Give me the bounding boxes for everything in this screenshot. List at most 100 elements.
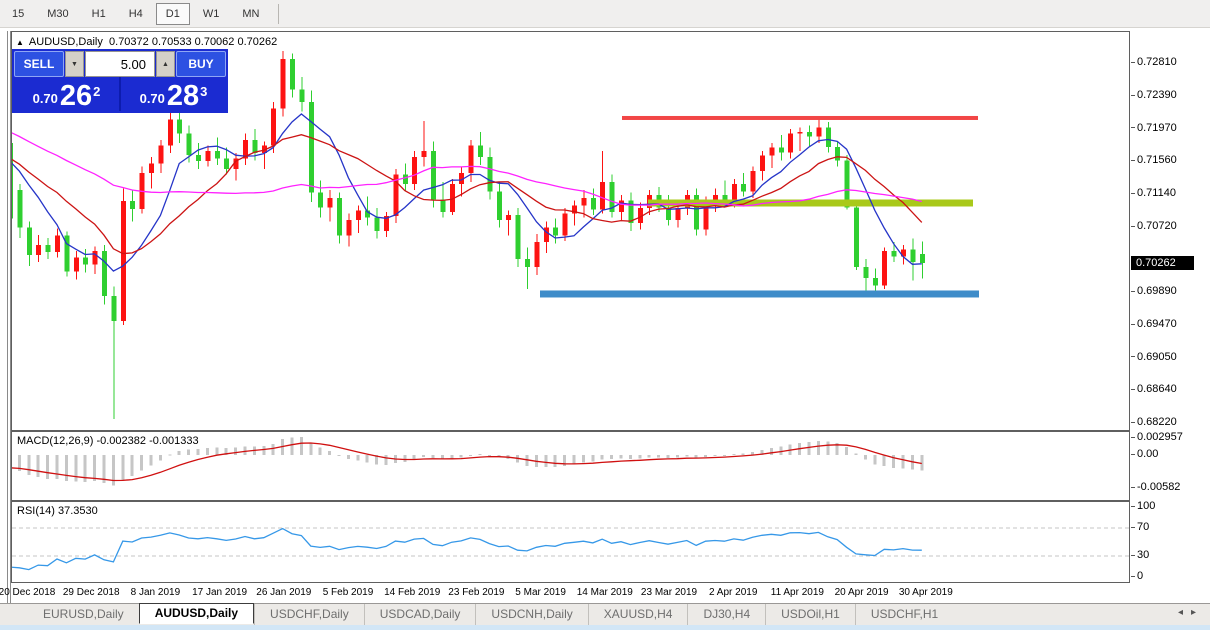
tick-dash xyxy=(1131,324,1135,325)
tab-usdcad-daily[interactable]: USDCAD,Daily xyxy=(364,604,476,625)
tick-dash xyxy=(1131,160,1135,161)
axis-tick-label: 0.002957 xyxy=(1131,431,1183,443)
rsi-axis: 100 70 30 0 xyxy=(1131,501,1210,583)
tick-dash xyxy=(1131,193,1135,194)
buy-price[interactable]: 0.70 28 3 xyxy=(121,77,226,111)
tab-usdchf-daily[interactable]: USDCHF,Daily xyxy=(254,604,364,625)
date-tick-label: 20 Dec 2018 xyxy=(0,587,62,598)
axis-tick-label: 100 xyxy=(1131,500,1155,512)
date-tick-label: 30 Apr 2019 xyxy=(891,587,961,598)
collapse-triangle-icon[interactable]: ▲ xyxy=(16,38,24,47)
tick-dash xyxy=(1131,527,1135,528)
axis-tick-label: 30 xyxy=(1131,549,1149,561)
tick-dash xyxy=(1131,506,1135,507)
tab-xauusd-h4[interactable]: XAUUSD,H4 xyxy=(588,604,688,625)
tick-dash xyxy=(1131,437,1135,438)
axis-tick-label: 0.71140 xyxy=(1131,187,1176,199)
sell-price-sup: 2 xyxy=(93,84,100,99)
date-tick-label: 14 Mar 2019 xyxy=(570,587,640,598)
date-tick-label: 29 Dec 2018 xyxy=(56,587,126,598)
axis-tick-label: -0.00582 xyxy=(1131,481,1180,493)
timeframe-d1[interactable]: D1 xyxy=(156,3,190,25)
tick-dash xyxy=(1131,576,1135,577)
rsi-pane[interactable] xyxy=(11,501,1130,583)
volume-decrease-button[interactable]: ▼ xyxy=(65,51,84,77)
timeframe-15[interactable]: 15 xyxy=(2,3,34,25)
tick-dash xyxy=(1131,62,1135,63)
buy-price-sup: 3 xyxy=(200,84,207,99)
one-click-trade-panel: SELL ▼ 5.00 ▲ BUY 0.70 26 2 0.70 28 3 xyxy=(12,49,228,113)
sell-button[interactable]: SELL xyxy=(14,51,64,77)
date-tick-label: 5 Mar 2019 xyxy=(506,587,576,598)
volume-input[interactable]: 5.00 xyxy=(85,51,155,77)
toolbar-separator xyxy=(278,4,279,24)
date-tick-label: 26 Jan 2019 xyxy=(249,587,319,598)
date-tick-label: 2 Apr 2019 xyxy=(698,587,768,598)
tab-dj30-h4[interactable]: DJ30,H4 xyxy=(687,604,765,625)
date-tick-label: 23 Mar 2019 xyxy=(634,587,704,598)
axis-tick-label: 0 xyxy=(1131,570,1143,582)
date-axis: 20 Dec 201829 Dec 20188 Jan 201917 Jan 2… xyxy=(11,584,1130,603)
axis-tick-label: 0.71560 xyxy=(1131,154,1177,166)
tab-usdchf-h1[interactable]: USDCHF,H1 xyxy=(855,604,953,625)
tab-scroll-arrows[interactable]: ◂▸ xyxy=(1178,607,1204,618)
tick-dash xyxy=(1131,291,1135,292)
current-price-badge: 0.70262 xyxy=(1131,256,1194,270)
tab-audusd-daily[interactable]: AUDUSD,Daily xyxy=(139,603,254,624)
axis-tick-label: 0.00 xyxy=(1131,448,1158,460)
buy-button[interactable]: BUY xyxy=(176,51,226,77)
date-tick-label: 8 Jan 2019 xyxy=(120,587,190,598)
axis-tick-label: 0.69890 xyxy=(1131,285,1177,297)
timeframe-toolbar: 15M30H1H4D1W1MN xyxy=(0,0,1210,28)
triangle-down-icon: ▼ xyxy=(71,61,78,68)
tick-dash xyxy=(1131,356,1135,357)
window-frame-line xyxy=(7,31,8,603)
date-tick-label: 23 Feb 2019 xyxy=(441,587,511,598)
date-tick-label: 14 Feb 2019 xyxy=(377,587,447,598)
axis-tick-label: 0.70720 xyxy=(1131,220,1177,232)
sell-price-big: 26 xyxy=(60,83,92,109)
tab-usdoil-h1[interactable]: USDOil,H1 xyxy=(765,604,855,625)
triangle-up-icon: ▲ xyxy=(162,61,169,68)
terminal-window: 15M30H1H4D1W1MN ▲ AUDUSD,Daily 0.70372 0.… xyxy=(0,0,1210,630)
timeframe-mn[interactable]: MN xyxy=(232,3,269,25)
tab-eurusd-daily[interactable]: EURUSD,Daily xyxy=(28,604,139,625)
axis-tick-label: 70 xyxy=(1131,521,1149,533)
timeframe-h1[interactable]: H1 xyxy=(82,3,116,25)
tick-dash xyxy=(1131,95,1135,96)
tick-dash xyxy=(1131,422,1135,423)
macd-axis: 0.002957 0.00 -0.00582 xyxy=(1131,431,1210,501)
date-tick-label: 20 Apr 2019 xyxy=(827,587,897,598)
sell-price[interactable]: 0.70 26 2 xyxy=(14,77,119,111)
date-tick-label: 11 Apr 2019 xyxy=(762,587,832,598)
tick-dash xyxy=(1131,487,1135,488)
date-tick-label: 17 Jan 2019 xyxy=(185,587,255,598)
chart-tab-bar: EURUSD,DailyAUDUSD,DailyUSDCHF,DailyUSDC… xyxy=(0,603,1210,625)
buy-price-base: 0.70 xyxy=(140,91,165,106)
price-axis: 0.72810 0.72390 0.71970 0.71560 0.71140 0.707… xyxy=(1131,31,1210,431)
timeframe-m30[interactable]: M30 xyxy=(37,3,78,25)
axis-tick-label: 0.69050 xyxy=(1131,351,1177,363)
sell-price-base: 0.70 xyxy=(33,91,58,106)
axis-tick-label: 0.71970 xyxy=(1131,122,1177,134)
rsi-chart[interactable] xyxy=(12,502,1129,582)
chart-symbol: AUDUSD,Daily xyxy=(29,36,103,48)
timeframe-w1[interactable]: W1 xyxy=(193,3,230,25)
tab-usdcnh-daily[interactable]: USDCNH,Daily xyxy=(475,604,587,625)
chart-title: ▲ AUDUSD,Daily 0.70372 0.70533 0.70062 0.… xyxy=(16,36,277,48)
volume-increase-button[interactable]: ▲ xyxy=(156,51,175,77)
axis-tick-label: 0.72390 xyxy=(1131,89,1177,101)
timeframe-h4[interactable]: H4 xyxy=(119,3,153,25)
axis-tick-label: 0.69470 xyxy=(1131,318,1177,330)
tick-dash xyxy=(1131,454,1135,455)
date-tick-label: 5 Feb 2019 xyxy=(313,587,383,598)
tick-dash xyxy=(1131,389,1135,390)
bottom-strip xyxy=(0,625,1210,630)
chart-ohlc-values: 0.70372 0.70533 0.70062 0.70262 xyxy=(109,36,277,48)
tick-dash xyxy=(1131,127,1135,128)
macd-label: MACD(12,26,9) -0.002382 -0.001333 xyxy=(17,435,199,447)
rsi-label: RSI(14) 37.3530 xyxy=(17,505,98,517)
tick-dash xyxy=(1131,555,1135,556)
axis-tick-label: 0.72810 xyxy=(1131,56,1177,68)
axis-tick-label: 0.68640 xyxy=(1131,383,1177,395)
